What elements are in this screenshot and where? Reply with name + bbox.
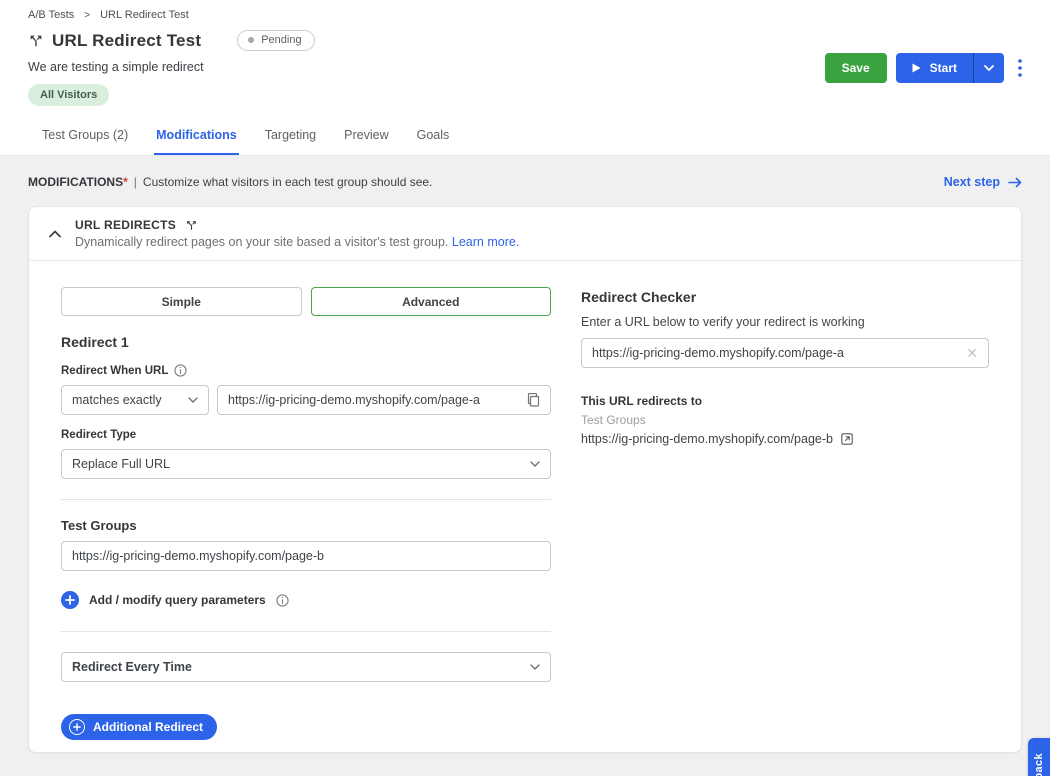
kebab-menu-icon: [1018, 59, 1022, 77]
more-options-button[interactable]: [1018, 59, 1022, 77]
learn-more-link[interactable]: Learn more.: [452, 235, 519, 249]
page-title: URL Redirect Test: [52, 31, 201, 51]
feedback-button[interactable]: Feedback: [1028, 738, 1050, 776]
next-step-label: Next step: [944, 175, 1000, 189]
external-link-icon[interactable]: [841, 433, 853, 445]
status-badge: Pending: [237, 30, 314, 51]
clear-input-icon[interactable]: ✕: [966, 346, 978, 360]
checker-url-field: ✕: [581, 338, 989, 368]
redirect-type-select[interactable]: Replace Full URL: [61, 449, 551, 479]
plus-circle-icon: [61, 591, 79, 609]
redirect-when-url-label: Redirect When URL: [61, 364, 551, 377]
add-query-params-label: Add / modify query parameters: [89, 593, 266, 607]
status-dot-icon: [248, 37, 254, 43]
simple-mode-button[interactable]: Simple: [61, 287, 302, 316]
tab-test-groups[interactable]: Test Groups (2): [40, 128, 130, 155]
chevron-down-icon: [530, 461, 540, 467]
start-dropdown-button[interactable]: [973, 53, 1004, 83]
add-query-params-button[interactable]: Add / modify query parameters: [61, 591, 551, 609]
redirect-frequency-value: Redirect Every Time: [72, 660, 192, 674]
checker-result-heading: This URL redirects to: [581, 394, 989, 408]
breadcrumb-root[interactable]: A/B Tests: [28, 9, 74, 21]
url-redirects-card: URL REDIRECTS Dynamically redirect pages…: [28, 206, 1022, 753]
source-url-input[interactable]: [228, 393, 519, 407]
plus-circle-outline-icon: [69, 719, 85, 735]
target-url-input[interactable]: [72, 549, 540, 563]
header-actions: Save Start: [825, 53, 1022, 83]
redirect-frequency-select[interactable]: Redirect Every Time: [61, 652, 551, 682]
additional-redirect-button[interactable]: Additional Redirect: [61, 714, 217, 740]
divider: [61, 499, 551, 500]
target-url-field: [61, 541, 551, 571]
redirect-type-label-text: Redirect Type: [61, 429, 136, 441]
chevron-up-icon: [49, 230, 61, 238]
modifications-bar-title: MODIFICATIONS: [28, 175, 123, 189]
title-row: URL Redirect Test Pending: [28, 30, 1050, 51]
card-description-text: Dynamically redirect pages on your site …: [75, 235, 448, 249]
source-url-field: [217, 385, 551, 415]
checker-result-url-row: https://ig-pricing-demo.myshopify.com/pa…: [581, 432, 989, 446]
redirect-checker-panel: Redirect Checker Enter a URL below to ve…: [581, 287, 989, 740]
page-header: A/B Tests > URL Redirect Test URL Redire…: [0, 0, 1050, 156]
tab-goals[interactable]: Goals: [415, 128, 452, 155]
modifications-bar-subtitle: Customize what visitors in each test gro…: [143, 175, 432, 189]
next-step-link[interactable]: Next step: [944, 175, 1022, 189]
audience-badge[interactable]: All Visitors: [28, 84, 109, 106]
card-body: Simple Advanced Redirect 1 Redirect When…: [29, 261, 1021, 752]
card-title: URL REDIRECTS: [75, 218, 176, 232]
checker-url-input[interactable]: [592, 346, 958, 360]
redirect-when-row: matches exactly: [61, 385, 551, 415]
redirect-branch-icon: [185, 219, 198, 232]
redirect-heading: Redirect 1: [61, 334, 551, 350]
start-button-group: Start: [896, 53, 1004, 83]
redirect-checker-subtitle: Enter a URL below to verify your redirec…: [581, 315, 989, 329]
checker-result-group: Test Groups: [581, 413, 989, 427]
arrow-right-icon: [1008, 177, 1022, 188]
info-icon[interactable]: [276, 594, 289, 607]
start-button[interactable]: Start: [896, 53, 973, 83]
card-title-row: URL REDIRECTS: [75, 218, 519, 232]
redirect-editor-column: Simple Advanced Redirect 1 Redirect When…: [61, 287, 551, 740]
copy-icon[interactable]: [527, 393, 540, 407]
card-header: URL REDIRECTS Dynamically redirect pages…: [29, 207, 1021, 261]
tab-modifications[interactable]: Modifications: [154, 128, 239, 155]
divider: [61, 631, 551, 632]
modifications-bar: MODIFICATIONS* | Customize what visitors…: [28, 175, 1022, 189]
breadcrumb-separator: >: [84, 10, 90, 21]
match-type-select[interactable]: matches exactly: [61, 385, 209, 415]
card-header-text: URL REDIRECTS Dynamically redirect pages…: [75, 218, 519, 249]
tab-preview[interactable]: Preview: [342, 128, 390, 155]
chevron-down-icon: [530, 664, 540, 670]
play-icon: [912, 63, 921, 73]
modifications-bar-separator: |: [134, 175, 137, 189]
tab-targeting[interactable]: Targeting: [263, 128, 318, 155]
checker-result-url: https://ig-pricing-demo.myshopify.com/pa…: [581, 432, 833, 446]
feedback-label: Feedback: [1033, 753, 1045, 776]
redirect-type-value: Replace Full URL: [72, 457, 170, 471]
save-button[interactable]: Save: [825, 53, 887, 83]
breadcrumb-current: URL Redirect Test: [100, 9, 189, 21]
redirect-when-url-label-text: Redirect When URL: [61, 365, 168, 377]
breadcrumb: A/B Tests > URL Redirect Test: [0, 0, 1050, 21]
required-asterisk: *: [123, 175, 128, 189]
tab-bar: Test Groups (2) Modifications Targeting …: [40, 128, 451, 155]
chevron-down-icon: [188, 397, 198, 403]
redirect-branch-icon: [28, 33, 44, 49]
advanced-mode-button[interactable]: Advanced: [311, 287, 552, 316]
info-icon[interactable]: [174, 364, 187, 377]
card-description: Dynamically redirect pages on your site …: [75, 235, 519, 249]
collapse-section-button[interactable]: [45, 226, 65, 242]
redirect-checker-title: Redirect Checker: [581, 289, 989, 305]
mode-toggle: Simple Advanced: [61, 287, 551, 316]
start-button-label: Start: [930, 61, 957, 75]
status-label: Pending: [261, 34, 301, 46]
chevron-down-icon: [984, 65, 994, 71]
test-groups-label: Test Groups: [61, 518, 551, 533]
redirect-type-label: Redirect Type: [61, 429, 551, 441]
match-type-value: matches exactly: [72, 393, 162, 407]
additional-redirect-label: Additional Redirect: [93, 720, 203, 734]
